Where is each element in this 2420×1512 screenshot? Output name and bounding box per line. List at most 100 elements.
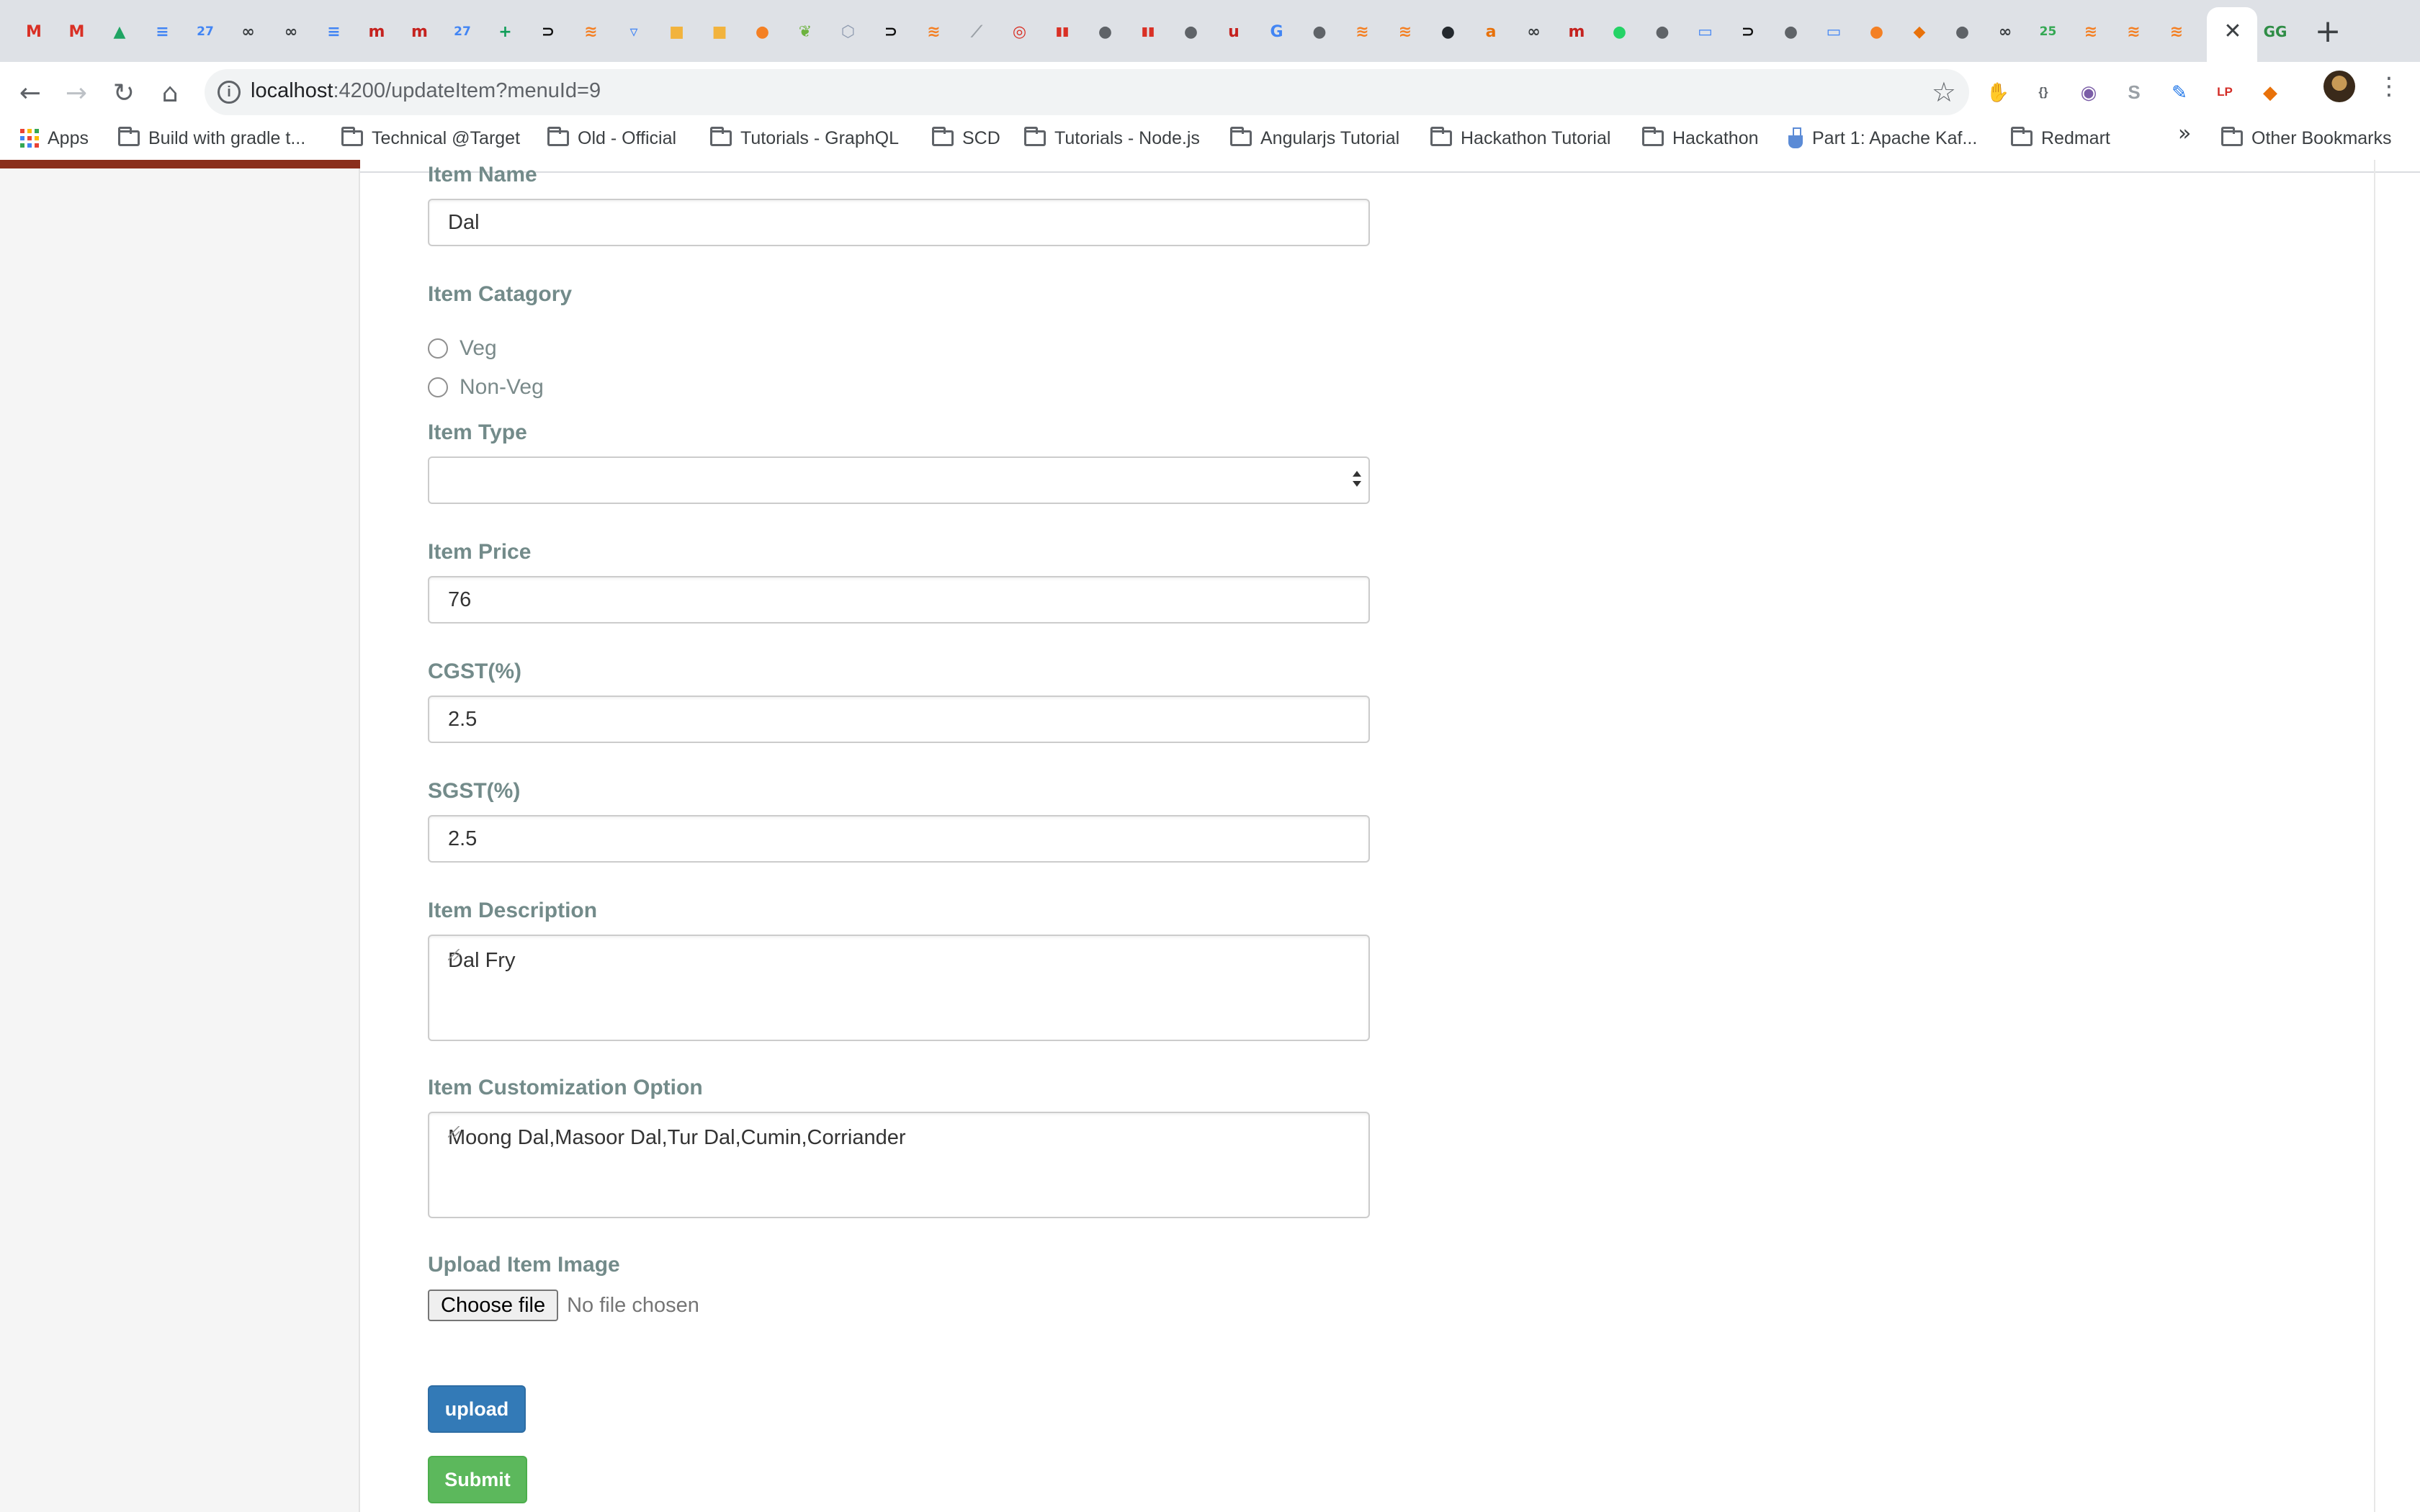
- reload-icon[interactable]: ↻: [105, 75, 143, 112]
- badge-icon[interactable]: 25: [2036, 19, 2061, 44]
- non-veg-radio-button[interactable]: [428, 377, 448, 397]
- gmail-icon[interactable]: M: [65, 19, 89, 44]
- resize-grip-icon[interactable]: [448, 1126, 460, 1138]
- box-icon[interactable]: ■: [707, 19, 732, 44]
- terminal-icon[interactable]: ⊃: [1736, 19, 1760, 44]
- pen-icon[interactable]: ✎: [2166, 79, 2192, 105]
- sheets-icon[interactable]: +: [493, 19, 518, 44]
- m-icon[interactable]: m: [364, 19, 389, 44]
- calendar-icon[interactable]: 27: [450, 19, 475, 44]
- item-description-textarea[interactable]: Dal Fry: [428, 935, 1370, 1041]
- veg-radio-label[interactable]: Veg: [460, 336, 497, 361]
- item-price-input[interactable]: 76: [428, 576, 1370, 624]
- m-icon[interactable]: m: [1564, 19, 1589, 44]
- link-icon[interactable]: ∞: [236, 19, 261, 44]
- gmail-icon[interactable]: M: [22, 19, 46, 44]
- pin-icon[interactable]: ●: [750, 19, 775, 44]
- shield-icon[interactable]: ▿: [622, 19, 646, 44]
- cookie-icon[interactable]: ◆: [2257, 79, 2283, 105]
- forward-icon[interactable]: →: [58, 75, 95, 112]
- veg-radio-button[interactable]: [428, 338, 448, 359]
- upload-button[interactable]: upload: [428, 1385, 526, 1433]
- close-tab-icon[interactable]: ✕: [2220, 19, 2246, 45]
- bookmarks-overflow-icon[interactable]: »: [2178, 121, 2191, 146]
- active-tab[interactable]: ✕: [2207, 7, 2257, 62]
- bookmark-scd[interactable]: SCD: [932, 122, 1000, 154]
- bookmark-angularjs-tutorial[interactable]: Angularjs Tutorial: [1230, 122, 1399, 154]
- incognito-icon[interactable]: ◉: [2076, 79, 2102, 105]
- bookmark-star-icon[interactable]: ☆: [1932, 76, 1956, 108]
- ask-icon[interactable]: a: [1479, 19, 1503, 44]
- bookmark-apache-kafka[interactable]: Part 1: Apache Kaf...: [1788, 122, 1977, 154]
- bookmark-redmart[interactable]: Redmart: [2011, 122, 2110, 154]
- stackoverflow-icon[interactable]: ≋: [1350, 19, 1375, 44]
- bookmark-tutorials-graphql[interactable]: Tutorials - GraphQL: [710, 122, 899, 154]
- calendar-icon[interactable]: 27: [193, 19, 218, 44]
- radio-non-veg[interactable]: Non-Veg: [428, 374, 544, 400]
- radio-veg[interactable]: Veg: [428, 336, 497, 361]
- profile-avatar[interactable]: [2323, 71, 2355, 102]
- bookmark-old-official[interactable]: Old - Official: [547, 122, 676, 154]
- item-name-input[interactable]: Dal: [428, 199, 1370, 246]
- home-icon[interactable]: ⌂: [151, 75, 189, 112]
- globe-icon[interactable]: ●: [1779, 19, 1803, 44]
- new-tab-button[interactable]: +: [2312, 16, 2344, 48]
- globe-icon[interactable]: ●: [1950, 19, 1975, 44]
- bookmark-tutorials-nodejs[interactable]: Tutorials - Node.js: [1024, 122, 1200, 154]
- bars-icon[interactable]: ▮▮: [1050, 19, 1075, 44]
- stackoverflow-icon[interactable]: ≋: [2164, 19, 2189, 44]
- bookmark-hackathon-tutorial[interactable]: Hackathon Tutorial: [1430, 122, 1610, 154]
- url-text[interactable]: localhost:4200/updateItem?menuId=9: [251, 79, 601, 103]
- pin-icon[interactable]: ●: [1865, 19, 1889, 44]
- sgst-input[interactable]: 2.5: [428, 815, 1370, 863]
- drive-icon[interactable]: ▲: [107, 19, 132, 44]
- back-icon[interactable]: ←: [12, 75, 49, 112]
- hexagon-icon[interactable]: ⬡: [836, 19, 861, 44]
- stackoverflow-icon[interactable]: ≋: [1393, 19, 1417, 44]
- terminal-icon[interactable]: ⊃: [536, 19, 560, 44]
- choose-file-button[interactable]: Choose file: [428, 1290, 559, 1321]
- stackoverflow-icon[interactable]: ≋: [2079, 19, 2103, 44]
- chat-icon[interactable]: ▭: [1693, 19, 1718, 44]
- geeksforgeeks-tab-icon[interactable]: GG: [2263, 19, 2287, 44]
- m-icon[interactable]: m: [408, 19, 432, 44]
- adblock-icon[interactable]: ✋: [1985, 79, 2011, 105]
- bookmark-build-with-gradle[interactable]: Build with gradle t...: [118, 122, 305, 154]
- apps-bookmark[interactable]: Apps: [20, 122, 89, 154]
- ua-icon[interactable]: u: [1222, 19, 1246, 44]
- stackoverflow-icon[interactable]: ≋: [2122, 19, 2146, 44]
- link-icon[interactable]: ∞: [1993, 19, 2017, 44]
- non-veg-radio-label[interactable]: Non-Veg: [460, 375, 544, 400]
- docs-icon[interactable]: ≡: [322, 19, 346, 44]
- link-icon[interactable]: ∞: [279, 19, 303, 44]
- cube-icon[interactable]: ◆: [1907, 19, 1932, 44]
- address-bar[interactable]: i localhost:4200/updateItem?menuId=9 ☆: [205, 69, 1969, 115]
- lastpass-icon[interactable]: LP: [2212, 79, 2238, 105]
- chrome-menu-icon[interactable]: ⋮: [2377, 69, 2401, 104]
- submit-button[interactable]: Submit: [428, 1456, 527, 1503]
- chat-icon[interactable]: ▭: [1821, 19, 1846, 44]
- link-icon[interactable]: ∞: [1522, 19, 1546, 44]
- compass-icon[interactable]: ◎: [1008, 19, 1032, 44]
- skype-icon[interactable]: S: [2121, 79, 2147, 105]
- bars-icon[interactable]: ▮▮: [1136, 19, 1160, 44]
- stackoverflow-icon[interactable]: ≋: [579, 19, 604, 44]
- bookmark-hackathon[interactable]: Hackathon: [1642, 122, 1759, 154]
- code-icon[interactable]: {}: [2030, 79, 2056, 105]
- item-customization-textarea[interactable]: Moong Dal,Masoor Dal,Tur Dal,Cumin,Corri…: [428, 1112, 1370, 1218]
- google-icon[interactable]: G: [1265, 19, 1289, 44]
- cgst-input[interactable]: 2.5: [428, 696, 1370, 743]
- bookmark-technical-target[interactable]: Technical @Target: [341, 122, 520, 154]
- leaf-icon[interactable]: ❦: [793, 19, 817, 44]
- file-input[interactable]: Choose file No file chosen: [428, 1289, 699, 1322]
- stackoverflow-icon[interactable]: ≋: [922, 19, 946, 44]
- globe-icon[interactable]: ●: [1179, 19, 1204, 44]
- feather-icon[interactable]: ⟋: [964, 19, 989, 44]
- item-type-select[interactable]: [428, 456, 1370, 504]
- docs-icon[interactable]: ≡: [151, 19, 175, 44]
- github-icon[interactable]: ●: [1436, 19, 1461, 44]
- globe-icon[interactable]: ●: [1650, 19, 1675, 44]
- box-icon[interactable]: ■: [665, 19, 689, 44]
- whatsapp-icon[interactable]: ●: [1608, 19, 1632, 44]
- resize-grip-icon[interactable]: [448, 949, 460, 960]
